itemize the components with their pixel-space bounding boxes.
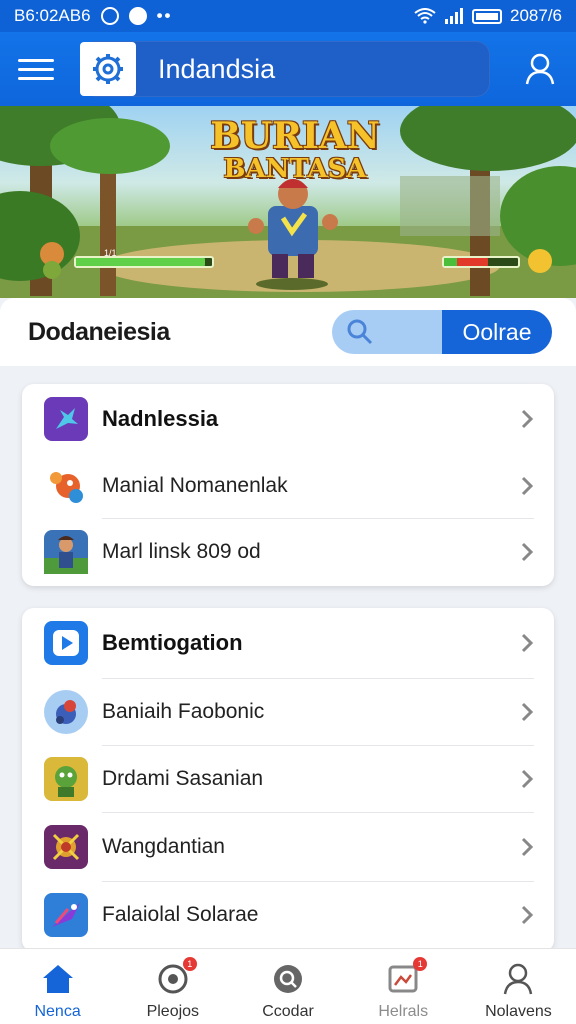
game-list-card-1: Nadnlessia Manial Nomanenlak Marl linsk … [22,384,554,586]
player-health-fill [76,258,206,266]
nav-item-profile[interactable]: Nolavens [461,949,576,1024]
nav-label: Helrals [378,1003,429,1020]
list-item-label: Nadnlessia [102,406,219,431]
signal-icon [445,8,463,24]
hamburger-icon[interactable] [18,51,54,87]
nav-label: Pleojos [146,1003,200,1020]
chevron-right-icon [521,769,534,789]
more-dots-icon: •• [156,6,173,25]
list-item-label: Bemtiogation [102,630,243,655]
nav-item-gallery[interactable]: 1 Helrals [346,949,461,1024]
gear-logo-icon [80,42,136,96]
user-icon [500,961,536,997]
warrior-icon [44,825,88,869]
section-header: Dodaneiesia Oolrae [0,298,576,366]
list-item-falaiolal[interactable]: Falaiolal Solarae [22,882,554,948]
whatsapp-icon [100,7,119,25]
status-right-text: 2087/6 [510,6,562,25]
chevron-right-icon [521,476,534,496]
nav-label: Nolavens [485,1003,552,1020]
creature-icon [44,690,88,734]
chat-icon [128,7,147,25]
list-item-marl[interactable]: Marl linsk 809 od [22,519,554,585]
list-item-wangdantian[interactable]: Wangdantian [22,813,554,881]
chevron-right-icon [521,633,534,653]
list-item-label: Marl linsk 809 od [102,540,261,563]
list-item-drdami[interactable]: Drdami Sasanian [22,746,554,812]
nav-item-home[interactable]: Nenca [0,949,115,1024]
list-item-bemtiogation[interactable]: Bemtiogation [22,608,554,678]
game-app-icon [44,397,88,441]
status-time: B6:02AB6 [14,6,91,25]
chevron-right-icon [521,905,534,925]
enemy-health-bar [442,256,520,268]
gallery-icon: 1 [385,957,428,997]
search-button[interactable] [332,310,442,354]
banner-title-line2: BANTASA [223,154,367,184]
battery-icon [472,8,502,24]
list-item-baniaih[interactable]: Baniaih Faobonic [22,679,554,745]
hero-icon [44,530,88,574]
wifi-icon [414,8,436,24]
section-title: Dodaneiesia [28,317,170,346]
profile-icon[interactable] [522,51,558,87]
nav-label: Ccodar [262,1003,314,1020]
list-item-label: Wangdantian [102,835,225,858]
nav-label: Nenca [34,1003,81,1020]
search-icon [347,319,373,345]
bottom-navigation: Nenca 1 Pleojos Ccodar 1 Helrals Nolaven… [0,948,576,1024]
game-list-card-2: Bemtiogation Baniaih Faobonic Drdami Sas… [22,608,554,952]
jet-icon [44,893,88,937]
home-icon [40,961,76,997]
goblin-icon [44,757,88,801]
chevron-right-icon [521,837,534,857]
list-item-label: Falaiolal Solarae [102,903,259,926]
search-online-toggle: Oolrae [332,310,552,354]
game-banner[interactable]: BURIAN BANTASA 1/1 [0,106,576,298]
chevron-right-icon [521,702,534,722]
app-title-pill[interactable]: Indandsia [80,41,490,97]
dragon-icon [44,464,88,508]
list-item-manial[interactable]: Manial Nomanenlak [22,454,554,518]
notification-badge: 1 [413,957,428,971]
chevron-right-icon [521,409,534,429]
banner-title-line1: BURIAN [210,115,380,157]
player-health-label: 1/1 [104,248,117,258]
chevron-right-icon [521,542,534,562]
games-icon: 1 [155,957,197,997]
list-item-nadnlessia[interactable]: Nadnlessia [22,384,554,454]
notification-badge: 1 [182,957,197,971]
online-button[interactable]: Oolrae [442,310,552,354]
nav-item-games[interactable]: 1 Pleojos [115,949,230,1024]
nav-item-search[interactable]: Ccodar [230,949,345,1024]
banner-game-title: BURIAN BANTASA [210,118,380,182]
list-item-label: Baniaih Faobonic [102,700,265,723]
status-bar: B6:02AB6 •• 2087/6 [0,0,576,32]
list-item-label: Drdami Sasanian [102,767,264,790]
player-health-bar [74,256,214,268]
list-item-label: Manial Nomanenlak [102,474,288,497]
enemy-health-fill [444,258,489,266]
app-bar: Indandsia [0,32,576,106]
play-icon [44,621,88,665]
app-title: Indandsia [158,53,276,84]
search-globe-icon [270,961,306,997]
